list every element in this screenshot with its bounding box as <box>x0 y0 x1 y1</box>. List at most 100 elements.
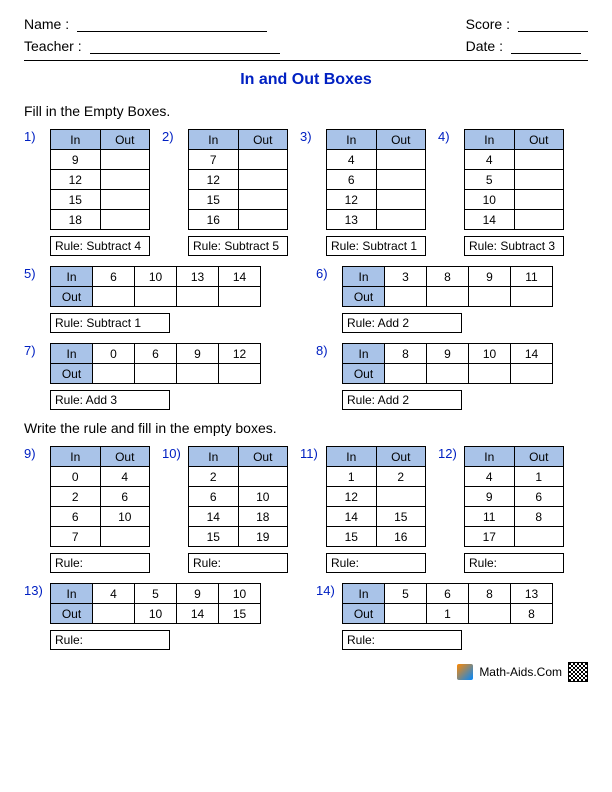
out-cell[interactable]: 8 <box>511 604 553 624</box>
problem: 14) In56813 Out18 Rule: <box>316 583 588 650</box>
out-header: Out <box>51 364 93 384</box>
out-cell[interactable] <box>135 364 177 384</box>
out-cell[interactable]: 15 <box>376 507 426 527</box>
rule-box[interactable]: Rule: Add 2 <box>342 390 462 410</box>
out-cell[interactable] <box>376 210 426 230</box>
out-cell[interactable] <box>514 150 564 170</box>
out-cell[interactable]: 6 <box>514 487 564 507</box>
problem-number: 4) <box>438 129 464 144</box>
rule-box[interactable]: Rule: Add 2 <box>342 313 462 333</box>
in-out-table: InOut 9121518 <box>50 129 150 230</box>
rule-box[interactable]: Rule: <box>50 630 170 650</box>
out-cell[interactable] <box>135 287 177 307</box>
rule-box[interactable]: Rule: Subtract 4 <box>50 236 150 256</box>
out-cell[interactable] <box>238 170 288 190</box>
problem-number: 13) <box>24 583 50 598</box>
out-cell[interactable] <box>514 190 564 210</box>
in-cell: 18 <box>51 210 101 230</box>
out-cell[interactable] <box>93 604 135 624</box>
out-cell[interactable] <box>427 364 469 384</box>
out-cell[interactable] <box>93 287 135 307</box>
in-header: In <box>51 584 93 604</box>
out-cell[interactable] <box>469 364 511 384</box>
out-cell[interactable] <box>385 604 427 624</box>
out-cell[interactable] <box>376 190 426 210</box>
out-cell[interactable]: 18 <box>238 507 288 527</box>
out-cell[interactable] <box>177 287 219 307</box>
date-label: Date : <box>466 38 503 54</box>
out-cell[interactable] <box>219 287 261 307</box>
out-cell[interactable] <box>100 527 150 547</box>
teacher-label: Teacher : <box>24 38 82 54</box>
score-input-line[interactable] <box>518 18 588 32</box>
out-cell[interactable]: 1 <box>427 604 469 624</box>
out-header: Out <box>238 130 288 150</box>
out-cell[interactable] <box>238 467 288 487</box>
out-cell[interactable] <box>238 210 288 230</box>
out-cell[interactable] <box>469 287 511 307</box>
out-cell[interactable] <box>511 364 553 384</box>
problem-number: 1) <box>24 129 50 144</box>
in-cell: 2 <box>51 487 101 507</box>
out-cell[interactable]: 19 <box>238 527 288 547</box>
rule-box[interactable]: Rule: <box>50 553 150 573</box>
in-cell: 12 <box>219 344 261 364</box>
rule-box[interactable]: Rule: <box>326 553 426 573</box>
rule-box[interactable]: Rule: <box>188 553 288 573</box>
out-cell[interactable] <box>238 190 288 210</box>
out-cell[interactable]: 6 <box>100 487 150 507</box>
footer: Math-Aids.Com <box>24 662 588 682</box>
out-cell[interactable]: 16 <box>376 527 426 547</box>
rule-box[interactable]: Rule: <box>464 553 564 573</box>
date-input-line[interactable] <box>511 40 581 54</box>
out-cell[interactable]: 8 <box>514 507 564 527</box>
out-cell[interactable] <box>100 210 150 230</box>
in-out-table: In891014 Out <box>342 343 553 384</box>
out-cell[interactable] <box>385 364 427 384</box>
out-cell[interactable] <box>219 364 261 384</box>
in-cell: 11 <box>465 507 515 527</box>
out-cell[interactable]: 2 <box>376 467 426 487</box>
out-cell[interactable] <box>100 170 150 190</box>
out-cell[interactable] <box>469 604 511 624</box>
out-cell[interactable]: 4 <box>100 467 150 487</box>
rule-box[interactable]: Rule: Subtract 1 <box>50 313 170 333</box>
out-cell[interactable] <box>514 210 564 230</box>
math-aids-logo-icon <box>457 664 473 680</box>
problem-number: 9) <box>24 446 50 461</box>
out-cell[interactable] <box>514 170 564 190</box>
out-cell[interactable]: 1 <box>514 467 564 487</box>
rule-box[interactable]: Rule: Subtract 3 <box>464 236 564 256</box>
teacher-input-line[interactable] <box>90 40 280 54</box>
out-cell[interactable] <box>385 287 427 307</box>
rule-box[interactable]: Rule: Subtract 5 <box>188 236 288 256</box>
in-cell: 8 <box>469 584 511 604</box>
out-cell[interactable]: 10 <box>100 507 150 527</box>
out-cell[interactable] <box>511 287 553 307</box>
out-cell[interactable] <box>100 190 150 210</box>
out-cell[interactable]: 14 <box>177 604 219 624</box>
out-cell[interactable] <box>100 150 150 170</box>
out-cell[interactable] <box>177 364 219 384</box>
in-cell: 8 <box>427 267 469 287</box>
out-cell[interactable]: 10 <box>135 604 177 624</box>
rule-box[interactable]: Rule: Subtract 1 <box>326 236 426 256</box>
out-cell[interactable] <box>376 170 426 190</box>
problem: 1) InOut 9121518 Rule: Subtract 4 <box>24 129 150 256</box>
in-out-table: In45910 Out101415 <box>50 583 261 624</box>
in-out-table: In06912 Out <box>50 343 261 384</box>
in-cell: 6 <box>189 487 239 507</box>
out-cell[interactable] <box>376 150 426 170</box>
out-cell[interactable]: 10 <box>238 487 288 507</box>
out-cell[interactable] <box>238 150 288 170</box>
name-input-line[interactable] <box>77 18 267 32</box>
rule-box[interactable]: Rule: Add 3 <box>50 390 170 410</box>
in-cell: 10 <box>465 190 515 210</box>
out-cell[interactable] <box>514 527 564 547</box>
in-cell: 15 <box>189 527 239 547</box>
out-cell[interactable] <box>427 287 469 307</box>
out-cell[interactable] <box>376 487 426 507</box>
out-cell[interactable]: 15 <box>219 604 261 624</box>
rule-box[interactable]: Rule: <box>342 630 462 650</box>
out-cell[interactable] <box>93 364 135 384</box>
